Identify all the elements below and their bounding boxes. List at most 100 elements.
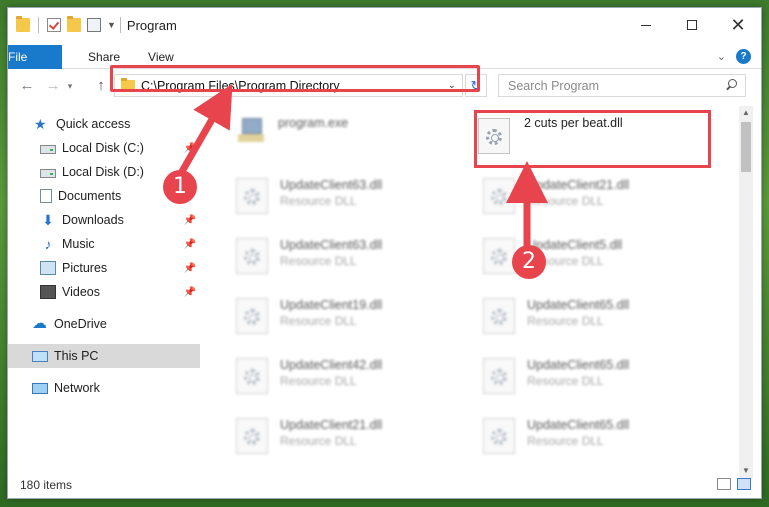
expand-ribbon-icon[interactable]: ⌄ [717,50,726,63]
file-type: Resource DLL [527,194,604,208]
help-icon[interactable]: ? [736,49,751,64]
scroll-thumb[interactable] [741,122,751,172]
forward-button[interactable]: → [42,77,64,94]
file-type: Resource DLL [280,374,357,388]
sidebar-item-music[interactable]: ♪ Music 📌 [8,232,200,256]
videos-icon [40,285,56,299]
dll-file-icon [236,178,268,214]
status-bar: 180 items [8,472,761,498]
file-type: Resource DLL [280,254,357,268]
file-type: Resource DLL [527,434,604,448]
dll-file-icon [483,178,515,214]
gear-icon [244,309,260,325]
sidebar-item-label: Downloads [62,213,124,227]
customize-icon[interactable] [87,18,101,32]
file-item-program-exe[interactable]: program.exe [236,116,348,146]
file-item[interactable]: UpdateClient63.dll Resource DLL [236,178,382,214]
application-icon [236,116,266,146]
gear-icon [491,429,507,445]
network-icon [32,382,48,394]
download-icon: ⬇ [42,212,54,228]
file-type: Resource DLL [280,434,357,448]
file-item[interactable]: UpdateClient65.dll Resource DLL [483,358,629,394]
minimize-icon [641,24,651,26]
back-button[interactable]: ← [16,77,38,94]
step-2-badge: 2 [512,245,546,279]
file-name: UpdateClient19.dll [280,298,383,312]
scroll-up-icon[interactable]: ▲ [739,106,753,120]
close-button[interactable]: ✕ [715,8,761,42]
new-folder-icon[interactable] [67,16,81,32]
file-name: UpdateClient42.dll [280,358,383,372]
maximize-button[interactable] [669,8,715,42]
sidebar-item-videos[interactable]: Videos 📌 [8,280,200,304]
sidebar-item-downloads[interactable]: ⬇ Downloads 📌 [8,208,200,232]
file-item[interactable]: UpdateClient21.dll Resource DLL [483,178,629,214]
dll-file-icon [236,358,268,394]
file-item[interactable]: UpdateClient19.dll Resource DLL [236,298,382,334]
drive-icon [40,168,56,178]
qat-dropdown-icon[interactable]: ▼ [107,20,116,30]
search-icon [725,79,737,91]
star-icon: ★ [34,116,47,132]
file-type: Resource DLL [280,194,357,208]
pin-icon[interactable]: 📌 [184,239,196,250]
search-input[interactable]: Search Program [498,74,746,97]
pc-icon [32,350,48,362]
file-name: program.exe [278,116,349,130]
sidebar-item-pictures[interactable]: Pictures 📌 [8,256,200,280]
title-bar: ▼ Program ✕ [8,8,761,42]
gear-icon [491,249,507,265]
file-item[interactable]: UpdateClient65.dll Resource DLL [483,418,629,454]
dll-file-icon [483,238,515,274]
dll-file-icon [236,298,268,334]
dll-file-icon [483,298,515,334]
dll-file-icon [236,418,268,454]
file-highlight-box [474,110,711,168]
file-item[interactable]: UpdateClient63.dll Resource DLL [236,238,382,274]
file-name: UpdateClient65.dll [527,358,630,372]
dll-file-icon [483,358,515,394]
sidebar-item-this-pc[interactable]: This PC [8,344,200,368]
sidebar-item-label: Documents [58,189,122,203]
file-name: UpdateClient63.dll [280,178,383,192]
folder-icon [16,16,30,32]
tab-file[interactable]: File [8,44,62,69]
properties-check-icon[interactable] [47,18,61,32]
sidebar-item-onedrive[interactable]: ☁ OneDrive [8,312,200,336]
gear-icon [244,429,260,445]
file-type: Resource DLL [280,314,357,328]
navigation-pane: ★ Quick access Local Disk (C:) 📌 Local D… [8,108,203,468]
pin-icon[interactable]: 📌 [184,263,196,274]
step-1-badge: 1 [163,170,197,204]
file-item[interactable]: UpdateClient42.dll Resource DLL [236,358,382,394]
sidebar-item-label: Quick access [56,117,131,131]
pin-icon[interactable]: 📌 [184,215,196,226]
minimize-button[interactable] [623,8,669,42]
file-item[interactable]: UpdateClient5.dll Resource DLL [483,238,622,274]
file-name: UpdateClient21.dll [527,178,630,192]
file-name: UpdateClient21.dll [280,418,383,432]
up-button[interactable]: ↑ [90,77,112,94]
sidebar-item-quick-access[interactable]: ★ Quick access [8,112,200,136]
maximize-icon [687,20,697,30]
pin-icon[interactable]: 📌 [184,287,196,298]
file-name: UpdateClient65.dll [527,418,630,432]
sidebar-item-label: Pictures [62,261,108,275]
file-item[interactable]: UpdateClient65.dll Resource DLL [483,298,629,334]
pin-icon[interactable]: 📌 [184,143,196,154]
details-view-icon[interactable] [717,478,731,490]
pictures-icon [40,261,56,275]
sidebar-item-label: Videos [62,285,100,299]
sidebar-item-network[interactable]: Network [8,376,200,400]
vertical-scrollbar[interactable]: ▲ ▼ [739,106,753,478]
onedrive-icon: ☁ [32,315,47,332]
search-placeholder: Search Program [508,78,600,93]
sidebar-item-label: Local Disk (C:) [62,141,144,155]
large-icons-view-icon[interactable] [737,478,751,490]
recent-locations-button[interactable]: ▾ [64,81,76,92]
file-item[interactable]: UpdateClient21.dll Resource DLL [236,418,382,454]
sidebar-item-local-disk-c[interactable]: Local Disk (C:) 📌 [8,136,200,160]
sidebar-item-label: OneDrive [54,317,107,331]
gear-icon [491,369,507,385]
